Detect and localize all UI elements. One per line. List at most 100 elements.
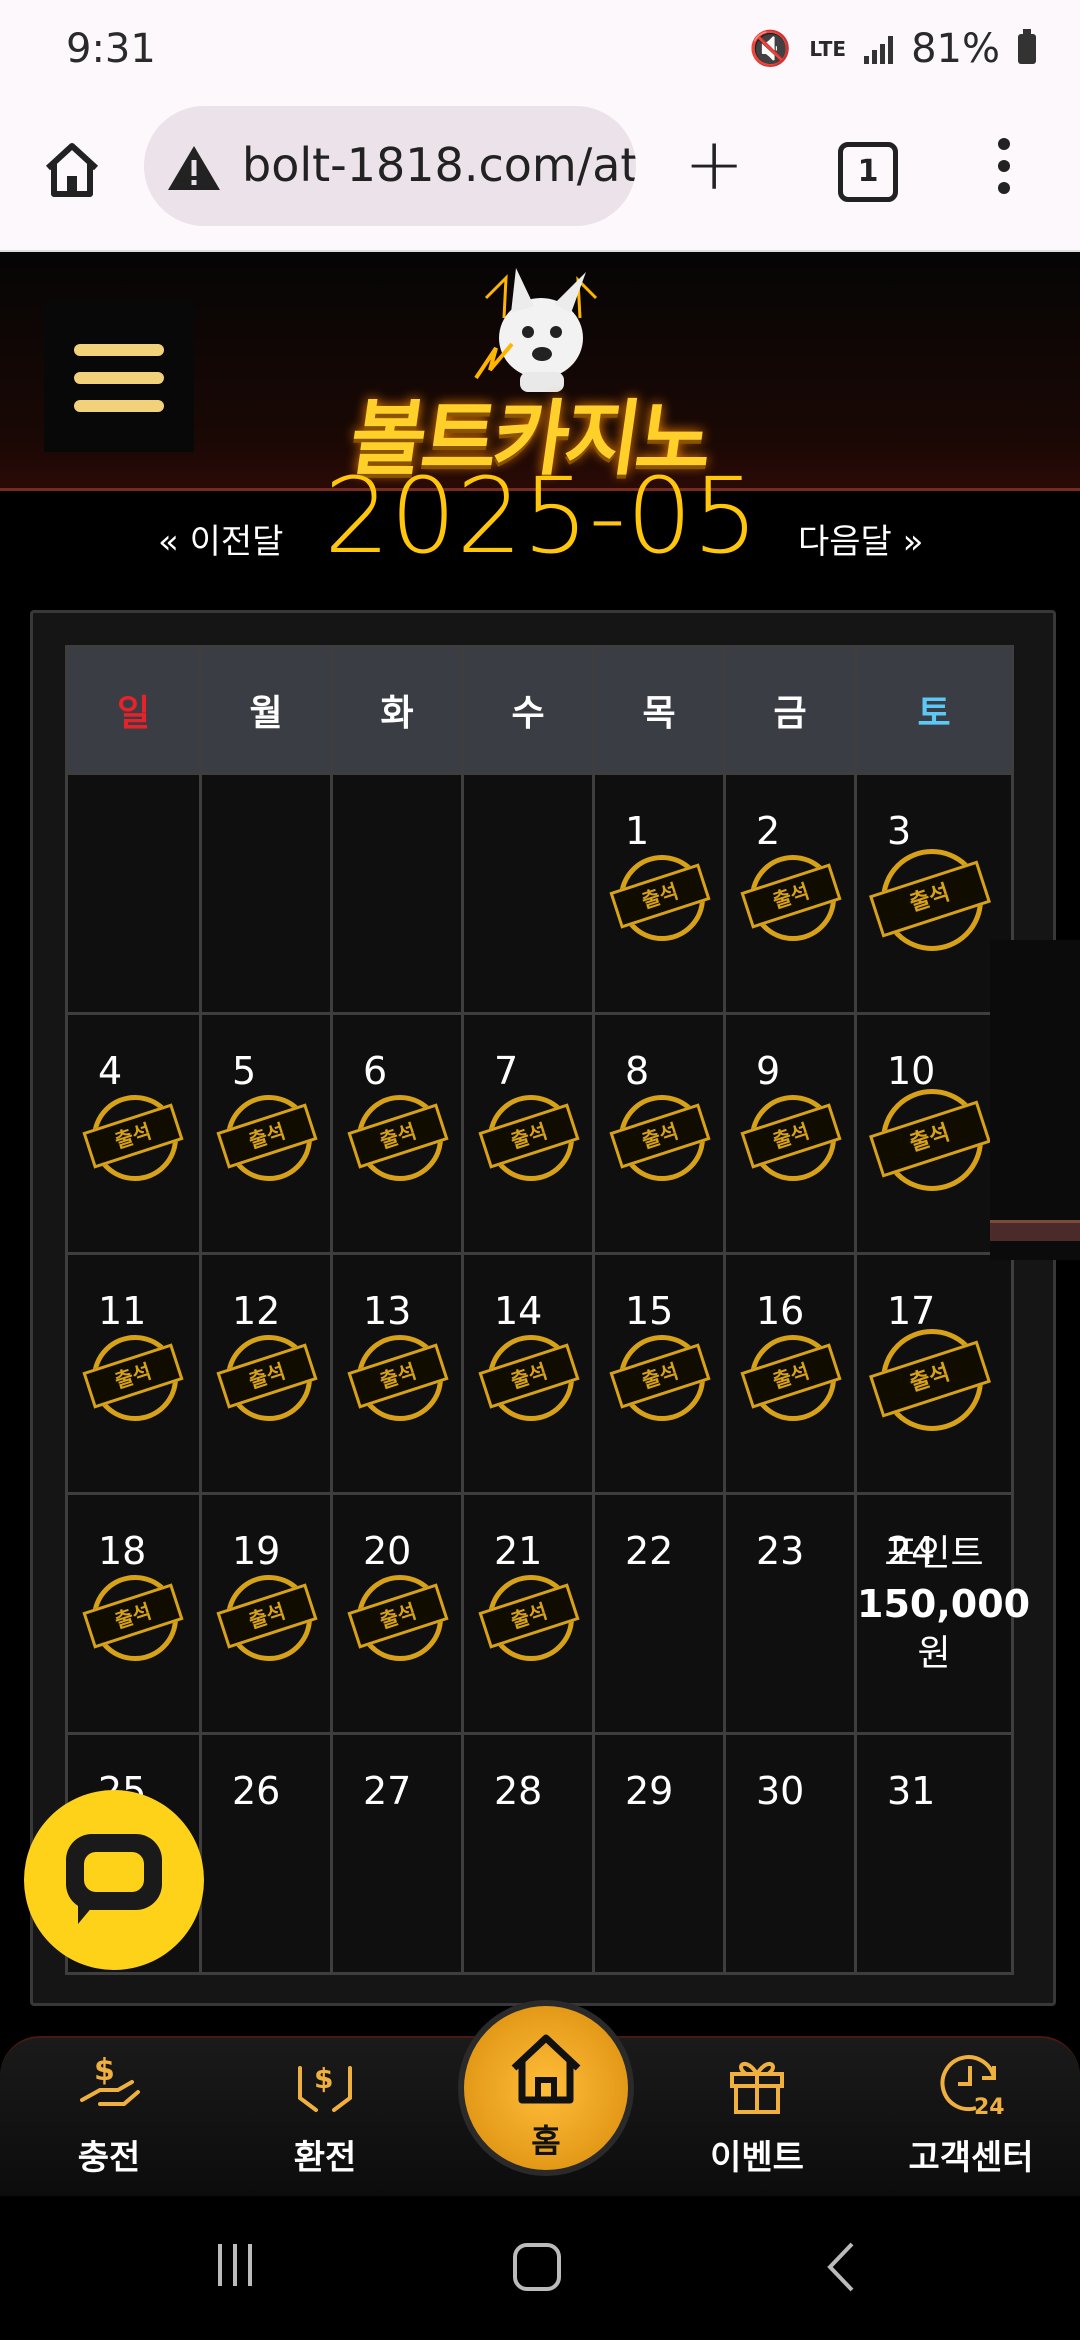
next-month-link[interactable]: 다음달 »	[798, 514, 923, 563]
calendar-day-cell: 18 출석	[65, 1492, 202, 1735]
weekday-fri: 금	[723, 645, 857, 775]
calendar-day-cell: 26	[199, 1732, 333, 1975]
calendar-day-cell: 28	[461, 1732, 595, 1975]
day-number: 12	[232, 1289, 281, 1333]
calendar-day-cell: 13 출석	[330, 1252, 464, 1495]
nav-support[interactable]: 24 고객센터	[886, 2048, 1056, 2179]
day-number: 4	[98, 1049, 123, 1093]
day-number: 18	[98, 1529, 147, 1573]
day-number: 26	[232, 1769, 281, 1813]
calendar-empty-cell	[199, 772, 333, 1015]
nav-support-label: 고객센터	[908, 2138, 1034, 2178]
address-bar[interactable]: bolt-1818.com/att	[144, 106, 636, 226]
weekday-sun: 일	[65, 645, 202, 775]
back-icon[interactable]	[822, 2240, 862, 2294]
calendar-day-cell: 2 출석	[723, 772, 857, 1015]
attendance-stamp-icon: 출석	[478, 1335, 580, 1421]
calendar-day-cell: 31	[854, 1732, 1014, 1975]
weekday-sat: 토	[854, 645, 1014, 775]
attendance-stamp-icon: 출석	[82, 1095, 184, 1181]
recent-apps-icon[interactable]	[210, 2240, 260, 2290]
nav-withdraw[interactable]: $ 환전	[240, 2048, 410, 2179]
nav-home[interactable]: 홈	[458, 2000, 634, 2176]
calendar-day-cell: 3 출석	[854, 772, 1014, 1015]
calendar-day-cell: 9 출석	[723, 1012, 857, 1255]
calendar-day-cell: 20 출석	[330, 1492, 464, 1735]
system-home-icon[interactable]	[510, 2240, 564, 2294]
calendar-day-cell: 15 출석	[592, 1252, 726, 1495]
hamburger-menu-icon[interactable]	[44, 302, 194, 452]
bottom-nav: $ 충전 $ 환전 홈 이벤트 24 고객센터	[0, 2000, 1080, 2198]
attendance-stamp-icon: 출석	[347, 1095, 449, 1181]
browser-menu-icon[interactable]	[998, 138, 1012, 202]
attendance-stamp-icon: 출석	[609, 1335, 711, 1421]
attendance-stamp-icon: 출석	[216, 1335, 318, 1421]
calendar-day-cell: 10 출석	[854, 1012, 1014, 1255]
calendar-day-cell: 4 출석	[65, 1012, 202, 1255]
attendance-stamp-icon: 출석	[478, 1575, 580, 1661]
new-tab-icon[interactable]: +	[684, 128, 744, 200]
gift-icon	[730, 2061, 784, 2114]
svg-text:$: $	[314, 2062, 333, 2095]
reward-amount: 150,000	[857, 1582, 1031, 1626]
calendar-week-row: 11 출석 12 출석 13 출석 14 출석 15 출석 16 출석 17 출석	[65, 1252, 1014, 1495]
attendance-stamp-icon: 출석	[868, 1089, 992, 1193]
weekday-tue: 화	[330, 645, 464, 775]
battery-percent: 81%	[911, 26, 1000, 72]
nav-event-label: 이벤트	[710, 2138, 804, 2178]
browser-toolbar: bolt-1818.com/att + 1	[0, 100, 1080, 252]
calendar-week-row: 18 출석 19 출석 20 출석 21 출석 22 23 24 포인트 150,000 원	[65, 1492, 1031, 1735]
nav-withdraw-label: 환전	[293, 2138, 357, 2178]
chat-button[interactable]	[24, 1790, 204, 1970]
attendance-stamp-icon: 출석	[868, 1329, 992, 1433]
side-floating-panel[interactable]	[990, 940, 1080, 1260]
reward-label: 포인트	[884, 1533, 984, 1574]
calendar-day-cell: 29	[592, 1732, 726, 1975]
calendar-day-cell: 11 출석	[65, 1252, 202, 1495]
day-number: 2	[756, 809, 781, 853]
day-number: 10	[887, 1049, 936, 1093]
weekday-header-row: 일 월 화 수 목 금 토	[65, 645, 1014, 775]
calendar-week-row: 4 출석 5 출석 6 출석 7 출석 8 출석 9 출석 10 출석	[65, 1012, 1014, 1255]
nav-deposit-label: 충전	[77, 2138, 141, 2178]
nav-deposit[interactable]: $ 충전	[24, 2048, 194, 2179]
day-number: 21	[494, 1529, 543, 1573]
attendance-stamp-icon: 출석	[740, 855, 842, 941]
day-number: 17	[887, 1289, 936, 1333]
calendar-day-cell: 6 출석	[330, 1012, 464, 1255]
attendance-stamp-icon: 출석	[216, 1575, 318, 1661]
browser-home-icon[interactable]	[40, 138, 104, 202]
attendance-stamp-icon: 출석	[740, 1095, 842, 1181]
calendar-day-cell: 14 출석	[461, 1252, 595, 1495]
attendance-stamp-icon: 출석	[478, 1095, 580, 1181]
attendance-stamp-icon: 출석	[609, 1095, 711, 1181]
prev-month-link[interactable]: « 이전달	[158, 514, 283, 563]
url-text[interactable]: bolt-1818.com/att	[242, 138, 636, 192]
day-number: 15	[625, 1289, 674, 1333]
attendance-stamp-icon: 출석	[609, 855, 711, 941]
calendar-day-cell: 5 출석	[199, 1012, 333, 1255]
day-number: 3	[887, 809, 912, 853]
day-number: 6	[363, 1049, 388, 1093]
status-time: 9:31	[66, 26, 156, 72]
nav-home-label: 홈	[531, 2122, 561, 2160]
calendar-day-cell: 22	[592, 1492, 726, 1735]
home-icon	[511, 2034, 581, 2104]
attendance-stamp-icon: 출석	[82, 1335, 184, 1421]
calendar-day-cell: 17 출석	[854, 1252, 1014, 1495]
day-number: 13	[363, 1289, 412, 1333]
calendar-day-cell: 24 포인트 150,000 원	[854, 1492, 1031, 1735]
calendar-day-cell: 7 출석	[461, 1012, 595, 1255]
support-24-icon: 24	[940, 2055, 1005, 2120]
day-number: 23	[756, 1529, 805, 1573]
tab-switcher-button[interactable]: 1	[838, 142, 898, 202]
system-nav-bar	[0, 2196, 1080, 2340]
calendar-day-cell: 1 출석	[592, 772, 726, 1015]
status-bar: 9:31 🔇 LTE 81%	[0, 0, 1080, 100]
nav-event[interactable]: 이벤트	[672, 2048, 842, 2179]
calendar-week-row: 1 출석 2 출석 3 출석	[65, 772, 1014, 1015]
day-number: 5	[232, 1049, 257, 1093]
day-number: 29	[625, 1769, 674, 1813]
calendar-week-row: 25262728293031	[65, 1732, 1014, 1975]
not-secure-warning-icon[interactable]	[166, 144, 222, 192]
